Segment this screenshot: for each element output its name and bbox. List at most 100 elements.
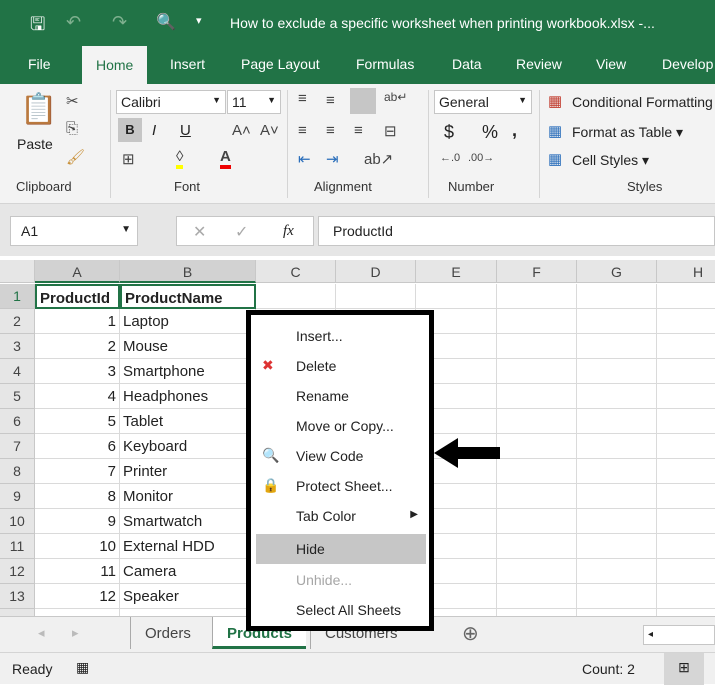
cell-G8[interactable]	[577, 459, 657, 484]
column-header-B[interactable]: B	[120, 260, 256, 283]
format-painter-icon[interactable]: 🖌	[66, 148, 85, 166]
row-header[interactable]: 8	[0, 459, 35, 484]
cell-A5[interactable]: 4	[35, 384, 120, 409]
tab-develop[interactable]: Develop	[662, 56, 713, 72]
cell-H4[interactable]	[657, 359, 715, 384]
cell-G10[interactable]	[577, 509, 657, 534]
cell-H12[interactable]	[657, 559, 715, 584]
cell-B14[interactable]	[120, 609, 256, 616]
cell-F1[interactable]	[497, 284, 577, 309]
scroll-right-icon[interactable]: ▸	[72, 625, 79, 641]
italic-button[interactable]: I	[152, 122, 156, 139]
select-all-corner[interactable]	[0, 260, 35, 283]
cell-G2[interactable]	[577, 309, 657, 334]
cell-B9[interactable]: Monitor	[120, 484, 256, 509]
tab-home[interactable]: Home	[82, 46, 148, 84]
cell-A6[interactable]: 5	[35, 409, 120, 434]
cell-A1[interactable]: ProductId	[35, 284, 120, 309]
horizontal-scrollbar[interactable]: ◂	[643, 625, 715, 645]
cell-G7[interactable]	[577, 434, 657, 459]
borders-icon[interactable]: ⊞	[122, 150, 135, 168]
cell-H6[interactable]	[657, 409, 715, 434]
cell-H1[interactable]	[657, 284, 715, 309]
menu-item-protect-sheet[interactable]: 🔒 Protect Sheet...	[256, 471, 426, 501]
row-header[interactable]: 3	[0, 334, 35, 359]
cell-G13[interactable]	[577, 584, 657, 609]
cell-A12[interactable]: 11	[35, 559, 120, 584]
cell-G14[interactable]	[577, 609, 657, 616]
cell-F14[interactable]	[497, 609, 577, 616]
cell-B11[interactable]: External HDD	[120, 534, 256, 559]
row-header[interactable]: 2	[0, 309, 35, 334]
scroll-left-icon[interactable]: ◂	[38, 625, 45, 641]
tab-page-layout[interactable]: Page Layout	[241, 56, 320, 72]
cell-E1[interactable]	[416, 284, 497, 309]
row-header[interactable]: 10	[0, 509, 35, 534]
cell-G12[interactable]	[577, 559, 657, 584]
cell-H2[interactable]	[657, 309, 715, 334]
cell-F5[interactable]	[497, 384, 577, 409]
cell-F11[interactable]	[497, 534, 577, 559]
format-as-table-button[interactable]: Format as Table ▾	[572, 124, 683, 141]
column-header-E[interactable]: E	[416, 260, 497, 283]
menu-item-hide[interactable]: Hide	[256, 534, 426, 564]
tab-insert[interactable]: Insert	[170, 56, 205, 72]
cell-A10[interactable]: 9	[35, 509, 120, 534]
cell-B8[interactable]: Printer	[120, 459, 256, 484]
row-header[interactable]: 14	[0, 609, 35, 616]
row-header[interactable]: 5	[0, 384, 35, 409]
conditional-formatting-button[interactable]: Conditional Formatting	[572, 94, 713, 110]
cell-F2[interactable]	[497, 309, 577, 334]
underline-button[interactable]: U	[180, 122, 191, 139]
cell-H7[interactable]	[657, 434, 715, 459]
cell-G4[interactable]	[577, 359, 657, 384]
paste-button[interactable]: Paste	[17, 136, 53, 152]
cancel-icon[interactable]: ✕	[193, 222, 206, 242]
menu-item-tab-color[interactable]: Tab Color ▶	[256, 501, 426, 531]
cell-B1[interactable]: ProductName	[120, 284, 256, 309]
enter-icon[interactable]: ✓	[235, 222, 248, 242]
formula-input[interactable]: ProductId	[318, 216, 715, 246]
comma-button[interactable]: ,	[512, 120, 517, 141]
font-color-icon[interactable]: A	[220, 148, 231, 169]
cell-A13[interactable]: 12	[35, 584, 120, 609]
align-right-icon[interactable]: ≡	[354, 122, 363, 139]
cell-B7[interactable]: Keyboard	[120, 434, 256, 459]
decrease-decimal-icon[interactable]: .00→	[468, 152, 494, 164]
cell-F7[interactable]	[497, 434, 577, 459]
align-center-icon[interactable]: ≡	[326, 122, 335, 139]
cell-G5[interactable]	[577, 384, 657, 409]
cell-F10[interactable]	[497, 509, 577, 534]
copy-icon[interactable]: ⎘	[66, 120, 78, 137]
cell-G9[interactable]	[577, 484, 657, 509]
menu-item-select-all-sheets[interactable]: Select All Sheets	[256, 595, 426, 625]
decrease-indent-icon[interactable]: ⇤	[298, 150, 311, 168]
column-header-D[interactable]: D	[336, 260, 416, 283]
cell-H10[interactable]	[657, 509, 715, 534]
cell-H3[interactable]	[657, 334, 715, 359]
cell-H8[interactable]	[657, 459, 715, 484]
cell-F4[interactable]	[497, 359, 577, 384]
cell-C1[interactable]	[256, 284, 336, 309]
cell-A11[interactable]: 10	[35, 534, 120, 559]
row-header[interactable]: 11	[0, 534, 35, 559]
customize-qat-icon[interactable]: ▾	[196, 14, 202, 27]
align-left-icon[interactable]: ≡	[298, 122, 307, 139]
save-icon[interactable]: 🖫	[30, 12, 45, 42]
cell-H13[interactable]	[657, 584, 715, 609]
row-header[interactable]: 13	[0, 584, 35, 609]
paste-icon[interactable]: 📋	[20, 92, 57, 127]
font-size-select[interactable]: 11 ▼	[227, 90, 281, 114]
cell-G3[interactable]	[577, 334, 657, 359]
increase-decimal-icon[interactable]: ←.0	[440, 152, 460, 164]
tab-view[interactable]: View	[596, 56, 626, 72]
cell-styles-button[interactable]: Cell Styles ▾	[572, 152, 649, 169]
cell-D1[interactable]	[336, 284, 416, 309]
column-header-H[interactable]: H	[657, 260, 715, 283]
cell-B4[interactable]: Smartphone	[120, 359, 256, 384]
percent-button[interactable]: %	[482, 122, 498, 143]
conditional-formatting-icon[interactable]: ▦	[548, 92, 562, 110]
row-header[interactable]: 6	[0, 409, 35, 434]
cell-H5[interactable]	[657, 384, 715, 409]
cell-H14[interactable]	[657, 609, 715, 616]
